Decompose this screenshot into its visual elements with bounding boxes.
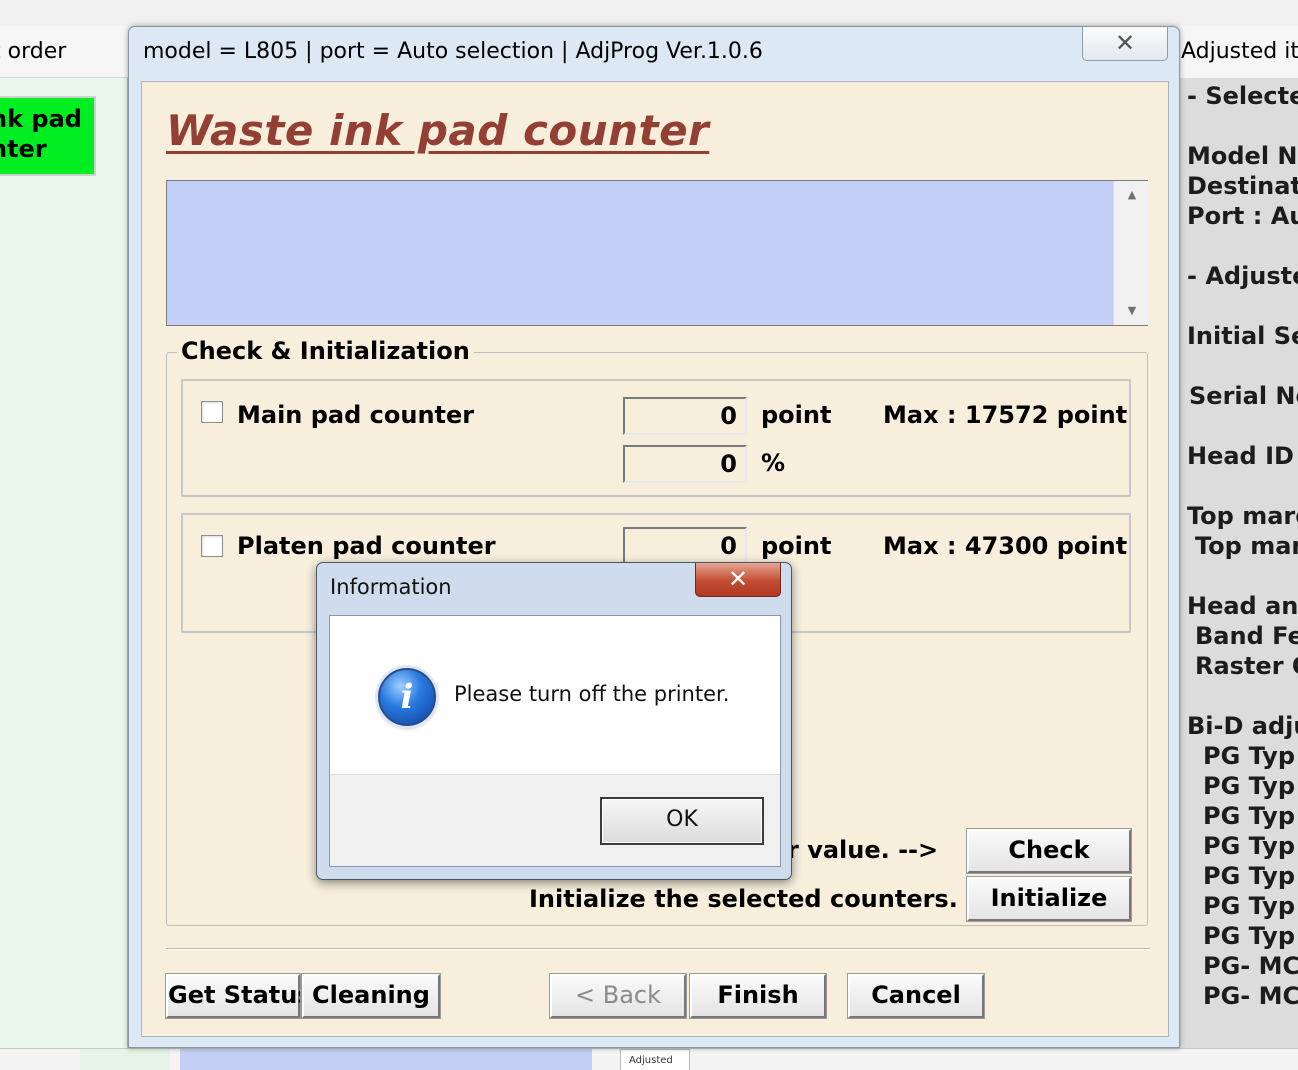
dialog-title: Information <box>330 575 452 599</box>
main-pad-point-unit: point <box>761 401 832 429</box>
window-client-area: Waste ink pad counter ▲ ▼ Check & Initia… <box>141 81 1169 1037</box>
platen-pad-checkbox[interactable] <box>201 535 223 557</box>
platen-pad-label: Platen pad counter <box>237 532 496 560</box>
window-title: model = L805 | port = Auto selection | A… <box>143 39 763 64</box>
window-close-button[interactable]: ✕ <box>1082 27 1168 61</box>
log-scrollbar[interactable]: ▲ ▼ <box>1113 181 1149 325</box>
dialog-close-button[interactable]: ✕ <box>695 563 781 597</box>
main-pad-counter-box: Main pad counter 0 point Max : 17572 poi… <box>181 379 1131 497</box>
adjusted-item-line: Band Fee <box>1195 622 1298 650</box>
group-label: Check & Initialization <box>177 337 474 365</box>
adjusted-item-line: Initial Set <box>1187 322 1298 350</box>
adjusted-item-line: Bi-D adjus <box>1187 712 1298 740</box>
adjusted-item-line: Top marg <box>1187 502 1298 530</box>
main-pad-checkbox[interactable] <box>201 401 223 423</box>
adjusted-item-line: Serial No. <box>1189 382 1298 410</box>
cleaning-button[interactable]: Cleaning <box>301 973 441 1019</box>
adjusted-item-line: PG- MC1 <box>1203 952 1298 980</box>
background-adjusted-thumbnail: Adjusted <box>620 1049 690 1070</box>
back-button[interactable]: < Back <box>549 973 687 1019</box>
adjusted-item-line: - Adjusted <box>1187 262 1298 290</box>
main-pad-percent-field: 0 <box>623 445 747 483</box>
adjusted-item-line: Raster Of <box>1195 652 1298 680</box>
info-icon: i <box>378 668 436 726</box>
background-panel-blue <box>180 1049 592 1070</box>
initialize-button[interactable]: Initialize <box>966 876 1132 922</box>
footer-separator <box>166 948 1150 950</box>
adjusted-item-line: Head ang <box>1187 592 1298 620</box>
ok-button[interactable]: OK <box>600 797 764 845</box>
check-button[interactable]: Check <box>966 828 1132 874</box>
dialog-message: Please turn off the printer. <box>454 682 730 706</box>
waste-ink-pad-window: model = L805 | port = Auto selection | A… <box>128 26 1180 1048</box>
ink-pad-counter-menu-line-2: nter <box>0 135 47 163</box>
close-icon: ✕ <box>1114 29 1136 57</box>
dialog-body: i Please turn off the printer. OK <box>329 615 781 867</box>
adjusted-item-line: Top marg <box>1195 532 1298 560</box>
adjusted-item-line: PG Typ I <box>1203 802 1298 830</box>
cancel-button[interactable]: Cancel <box>847 973 985 1019</box>
platen-pad-point-unit: point <box>761 532 832 560</box>
scroll-up-icon[interactable]: ▲ <box>1114 181 1150 209</box>
initialize-instruction-text: Initialize the selected counters. --> <box>529 885 1007 913</box>
dialog-footer: OK <box>330 774 780 866</box>
close-icon: ✕ <box>727 565 749 593</box>
background-bottom-strip: Adjusted <box>0 1048 1298 1070</box>
scroll-down-icon[interactable]: ▼ <box>1114 297 1150 325</box>
main-pad-point-field: 0 <box>623 397 747 435</box>
background-right-title: Adjusted ite <box>1171 26 1298 78</box>
status-log-textarea[interactable]: ▲ ▼ <box>166 180 1149 326</box>
adjusted-item-line: PG Typ I <box>1203 772 1298 800</box>
main-pad-percent-unit: % <box>761 449 786 477</box>
main-pad-label: Main pad counter <box>237 401 475 429</box>
check-instruction-text: r value. --> <box>787 836 939 864</box>
adjusted-item-line: - Selected <box>1187 82 1298 110</box>
background-left-title: t order <box>0 26 128 78</box>
adjusted-item-line: Destinatio <box>1187 172 1298 200</box>
adjusted-item-line: Model Na <box>1187 142 1298 170</box>
background-left-window: t order nk pad nter <box>0 26 128 1048</box>
adjusted-item-line: Head ID : <box>1187 442 1298 470</box>
adjusted-item-line: PG Typ I <box>1203 742 1298 770</box>
adjusted-item-line: PG Typ I <box>1203 832 1298 860</box>
background-right-window: Adjusted ite - Selected Model Na Destina… <box>1170 26 1298 1048</box>
adjusted-item-line: PG Typ I <box>1203 892 1298 920</box>
platen-pad-point-field: 0 <box>623 527 747 565</box>
adjusted-item-line: Port : Auto <box>1187 202 1298 230</box>
finish-button[interactable]: Finish <box>689 973 827 1019</box>
ink-pad-counter-menu-button[interactable]: nk pad nter <box>0 96 96 176</box>
ink-pad-counter-menu-line-1: nk pad <box>0 105 82 133</box>
platen-pad-max: Max : 47300 point <box>883 532 1128 560</box>
background-panel-green <box>80 1049 170 1070</box>
adjusted-item-line: PG Typ I <box>1203 922 1298 950</box>
adjusted-item-line: PG Typ I <box>1203 862 1298 890</box>
adjusted-item-line: PG- MC1 <box>1203 982 1298 1010</box>
get-status-button[interactable]: Get Status <box>165 973 312 1019</box>
page-title: Waste ink pad counter <box>166 106 710 155</box>
information-dialog: Information ✕ i Please turn off the prin… <box>316 562 792 880</box>
main-pad-max: Max : 17572 point <box>883 401 1128 429</box>
